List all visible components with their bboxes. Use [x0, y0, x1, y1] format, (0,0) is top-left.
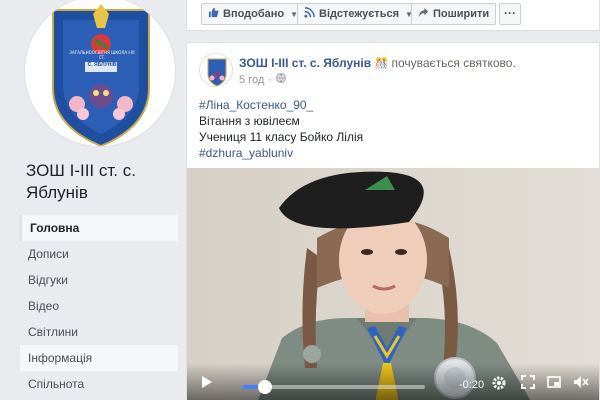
liked-label: Вподобано [223, 8, 285, 20]
hashtag-dzhura[interactable]: #dzhura_yabluniv [199, 145, 589, 161]
post-timestamp[interactable]: 5 год [239, 74, 264, 86]
school-crest-logo [25, 0, 175, 146]
page-action-bar: Вподобано ▼ Відстежується ▼ Поширити ··· [186, 0, 600, 31]
gear-icon[interactable] [491, 375, 507, 394]
liked-button[interactable]: Вподобано ▼ [201, 3, 306, 25]
share-button[interactable]: Поширити [411, 3, 497, 25]
nav-item-home[interactable]: Головна [20, 215, 178, 241]
nav-item-community[interactable]: Спільнота [20, 371, 178, 397]
feed-post: ЗОШ І-ІІІ ст. с. Яблунів 🎊 почувається с… [186, 42, 600, 400]
share-label: Поширити [433, 8, 490, 20]
logo-text-bottom: С. ЯБЛУНІВ [87, 62, 117, 68]
nav-item-reviews[interactable]: Відгуки [20, 267, 178, 293]
post-text-line: Вітання з ювілеєм [199, 114, 300, 128]
confetti-icon: 🎊 [374, 58, 389, 70]
page-title[interactable]: ЗОШ І-ІІІ ст. с. Яблунів [26, 160, 176, 204]
public-globe-icon [276, 73, 286, 86]
school-crest-mini-icon [200, 54, 232, 86]
video-controls: -0:20 [187, 363, 599, 400]
post-text-line: Учениця 11 класу Бойко Лілія [199, 130, 364, 144]
nav-item-about[interactable]: Інформація [20, 345, 178, 371]
nav-item-videos[interactable]: Відео [20, 293, 178, 319]
logo-text-top: ЗАГАЛЬНООСВІТНЯ ШКОЛА І-ІІІ СТ. [69, 50, 135, 60]
post-header: ЗОШ І-ІІІ ст. с. Яблунів 🎊 почувається с… [239, 55, 589, 72]
post-author-link[interactable]: ЗОШ І-ІІІ ст. с. Яблунів [239, 56, 371, 70]
following-button[interactable]: Відстежується ▼ [297, 3, 420, 25]
page-left-column: ЗАГАЛЬНООСВІТНЯ ШКОЛА І-ІІІ СТ. С. ЯБЛУН… [0, 0, 178, 400]
picture-in-picture-icon[interactable] [547, 375, 561, 392]
post-author-avatar[interactable] [199, 53, 233, 87]
volume-muted-icon[interactable] [573, 375, 589, 392]
post-meta: 5 год · [239, 73, 286, 86]
rss-follow-icon [304, 7, 315, 21]
video-scrubber-handle[interactable] [257, 380, 272, 394]
video-time-remaining: -0:20 [459, 379, 485, 391]
fullscreen-icon[interactable] [521, 375, 535, 392]
more-options-button[interactable]: ··· [499, 3, 521, 25]
post-body: #Ліна_Костенко_90_ Вітання з ювілеєм Уче… [199, 97, 589, 161]
share-arrow-icon [418, 7, 429, 21]
page-nav: Головна Дописи Відгуки Відео Світлини Ін… [20, 215, 178, 397]
video-player[interactable]: -0:20 [187, 168, 599, 400]
post-feeling: почувається святково. [391, 56, 516, 70]
nav-item-photos[interactable]: Світлини [20, 319, 178, 345]
video-progress-bar[interactable] [243, 380, 425, 394]
nav-item-posts[interactable]: Дописи [20, 241, 178, 267]
page-profile-picture[interactable]: ЗАГАЛЬНООСВІТНЯ ШКОЛА І-ІІІ СТ. С. ЯБЛУН… [24, 0, 176, 147]
thumbs-up-icon [208, 7, 219, 21]
following-label: Відстежується [319, 8, 399, 20]
play-icon[interactable] [201, 375, 213, 392]
hashtag-lina-kostenko[interactable]: #Ліна_Костенко_90_ [199, 97, 589, 113]
